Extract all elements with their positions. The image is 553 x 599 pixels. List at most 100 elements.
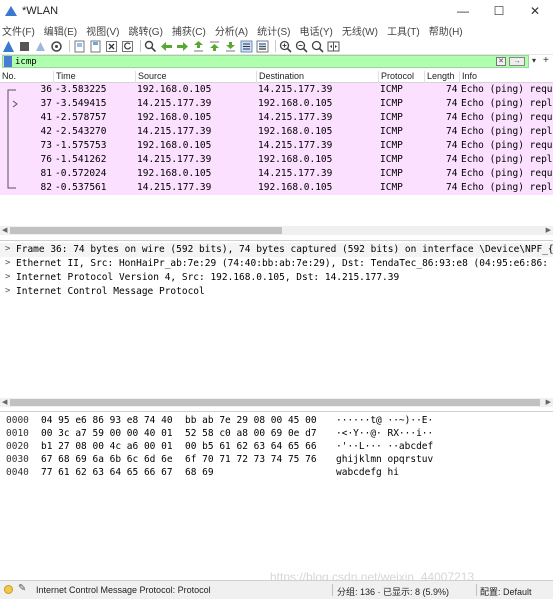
go-last-packet-icon[interactable] [224,40,237,53]
go-first-packet-icon[interactable] [208,40,221,53]
add-filter-button-icon[interactable]: + [543,55,549,66]
status-divider [332,584,333,596]
packet-protocol: ICMP [380,140,403,151]
detail-tree-item-ethernet[interactable]: > Ethernet II, Src: HonHaiPr_ab:7e:29 (7… [0,257,553,271]
expand-chevron-icon[interactable]: > [5,258,10,268]
scroll-right-arrow-icon[interactable]: ▶ [546,226,551,234]
open-file-icon[interactable] [73,40,86,53]
packet-no: 41 [40,112,52,123]
restart-capture-icon[interactable] [34,40,47,53]
scroll-right-arrow-icon[interactable]: ▶ [546,398,551,406]
detail-tree-item-frame[interactable]: > Frame 36: 74 bytes on wire (592 bits),… [0,243,553,257]
resize-columns-icon[interactable] [327,40,340,53]
filter-bookmark-icon[interactable] [4,56,12,67]
packet-row[interactable]: 73 -1.575753 192.168.0.105 14.215.177.39… [0,139,553,153]
column-header-time[interactable]: Time [53,71,76,83]
scroll-left-arrow-icon[interactable]: ◀ [2,398,7,406]
column-header-source[interactable]: Source [135,71,167,83]
menu-edit[interactable]: 编辑(E) [44,23,77,38]
detail-tree-item-icmp[interactable]: > Internet Control Message Protocol [0,285,553,299]
packet-length: 74 [446,126,458,137]
close-button[interactable]: ✕ [517,0,553,22]
byte-offset: 0030 [6,454,29,465]
scrollbar-thumb[interactable] [10,227,282,234]
packet-info: Echo (ping) reply [461,126,553,137]
packet-protocol: ICMP [380,126,403,137]
packet-source: 192.168.0.105 [137,140,212,151]
menu-view[interactable]: 视图(V) [86,23,119,38]
packet-no: 36 [40,84,52,95]
column-header-no[interactable]: No. [0,71,16,83]
menu-telephony[interactable]: 电话(Y) [300,23,333,38]
expand-chevron-icon[interactable]: > [5,272,10,282]
column-header-info[interactable]: Info [459,71,477,83]
byte-ascii: ·'··L··· ··abcdef [336,441,434,452]
display-filter-input[interactable] [15,56,495,67]
packet-time: -1.541262 [55,154,107,165]
packet-row[interactable]: 36 -3.583225 192.168.0.105 14.215.177.39… [0,83,553,97]
filter-history-dropdown-icon[interactable]: ▾ [532,56,536,65]
scrollbar-thumb[interactable] [10,399,540,406]
go-forward-icon[interactable] [176,40,189,53]
autoscroll-icon[interactable] [240,40,253,53]
detail-text: Internet Protocol Version 4, Src: 192.16… [16,272,400,283]
menu-wireless[interactable]: 无线(W) [342,23,378,38]
expand-chevron-icon[interactable]: > [5,286,10,296]
column-header-destination[interactable]: Destination [256,71,304,83]
maximize-button[interactable]: ☐ [481,0,517,22]
menu-help[interactable]: 帮助(H) [429,23,463,38]
packet-source: 14.215.177.39 [137,98,212,109]
go-back-icon[interactable] [160,40,173,53]
packet-details-pane: > Frame 36: 74 bytes on wire (592 bits),… [0,240,553,400]
packet-row[interactable]: 82 -0.537561 14.215.177.39 192.168.0.105… [0,181,553,195]
menu-go[interactable]: 跳转(G) [128,23,162,38]
packet-length: 74 [446,182,458,193]
column-header-length[interactable]: Length [424,71,455,83]
scroll-left-arrow-icon[interactable]: ◀ [2,226,7,234]
packet-row[interactable]: 42 -2.543270 14.215.177.39 192.168.0.105… [0,125,553,139]
menu-file[interactable]: 文件(F) [2,23,35,38]
details-horizontal-scrollbar[interactable]: ◀ ▶ [0,398,553,407]
menu-statistics[interactable]: 统计(S) [257,23,290,38]
close-file-icon[interactable] [105,40,118,53]
capture-options-icon[interactable] [50,40,63,53]
packet-destination: 14.215.177.39 [258,168,333,179]
reload-file-icon[interactable] [121,40,134,53]
packet-row[interactable]: 41 -2.578757 192.168.0.105 14.215.177.39… [0,111,553,125]
packet-source: 14.215.177.39 [137,126,212,137]
menu-bar: 文件(F) 编辑(E) 视图(V) 跳转(G) 捕获(C) 分析(A) 统计(S… [0,22,553,38]
profile-selector[interactable]: 配置: Default [480,585,532,598]
packet-list-horizontal-scrollbar[interactable]: ◀ ▶ [0,226,553,235]
column-header-protocol[interactable]: Protocol [378,71,414,83]
find-packet-icon[interactable] [144,40,157,53]
clear-filter-icon[interactable]: ✕ [496,57,506,66]
menu-capture[interactable]: 捕获(C) [172,23,206,38]
start-capture-icon[interactable] [2,40,15,53]
packet-row[interactable]: 37 -3.549415 14.215.177.39 192.168.0.105… [0,97,553,111]
zoom-out-icon[interactable] [295,40,308,53]
packet-no: 81 [40,168,52,179]
packet-time: -1.575753 [55,140,107,151]
save-file-icon[interactable] [89,40,102,53]
packet-destination: 14.215.177.39 [258,112,333,123]
stop-capture-icon[interactable] [18,40,31,53]
packet-protocol: ICMP [380,168,403,179]
colorize-icon[interactable] [256,40,269,53]
packet-row[interactable]: 76 -1.541262 14.215.177.39 192.168.0.105… [0,153,553,167]
menu-tools[interactable]: 工具(T) [387,23,420,38]
go-to-packet-icon[interactable] [192,40,205,53]
zoom-reset-icon[interactable] [311,40,324,53]
packet-length: 74 [446,140,458,151]
menu-analyze[interactable]: 分析(A) [215,23,248,38]
detail-tree-item-ipv4[interactable]: > Internet Protocol Version 4, Src: 192.… [0,271,553,285]
packet-row[interactable]: 81 -0.572024 192.168.0.105 14.215.177.39… [0,167,553,181]
packet-time: -2.543270 [55,126,107,137]
capture-status-icon[interactable] [4,585,13,594]
packet-time: -3.583225 [55,84,107,95]
apply-filter-icon[interactable]: → [509,57,525,66]
minimize-button[interactable]: — [445,0,481,22]
expand-chevron-icon[interactable]: > [5,244,10,254]
edit-comment-icon[interactable]: ✎ [18,583,26,594]
zoom-in-icon[interactable] [279,40,292,53]
packet-time: -0.537561 [55,182,107,193]
